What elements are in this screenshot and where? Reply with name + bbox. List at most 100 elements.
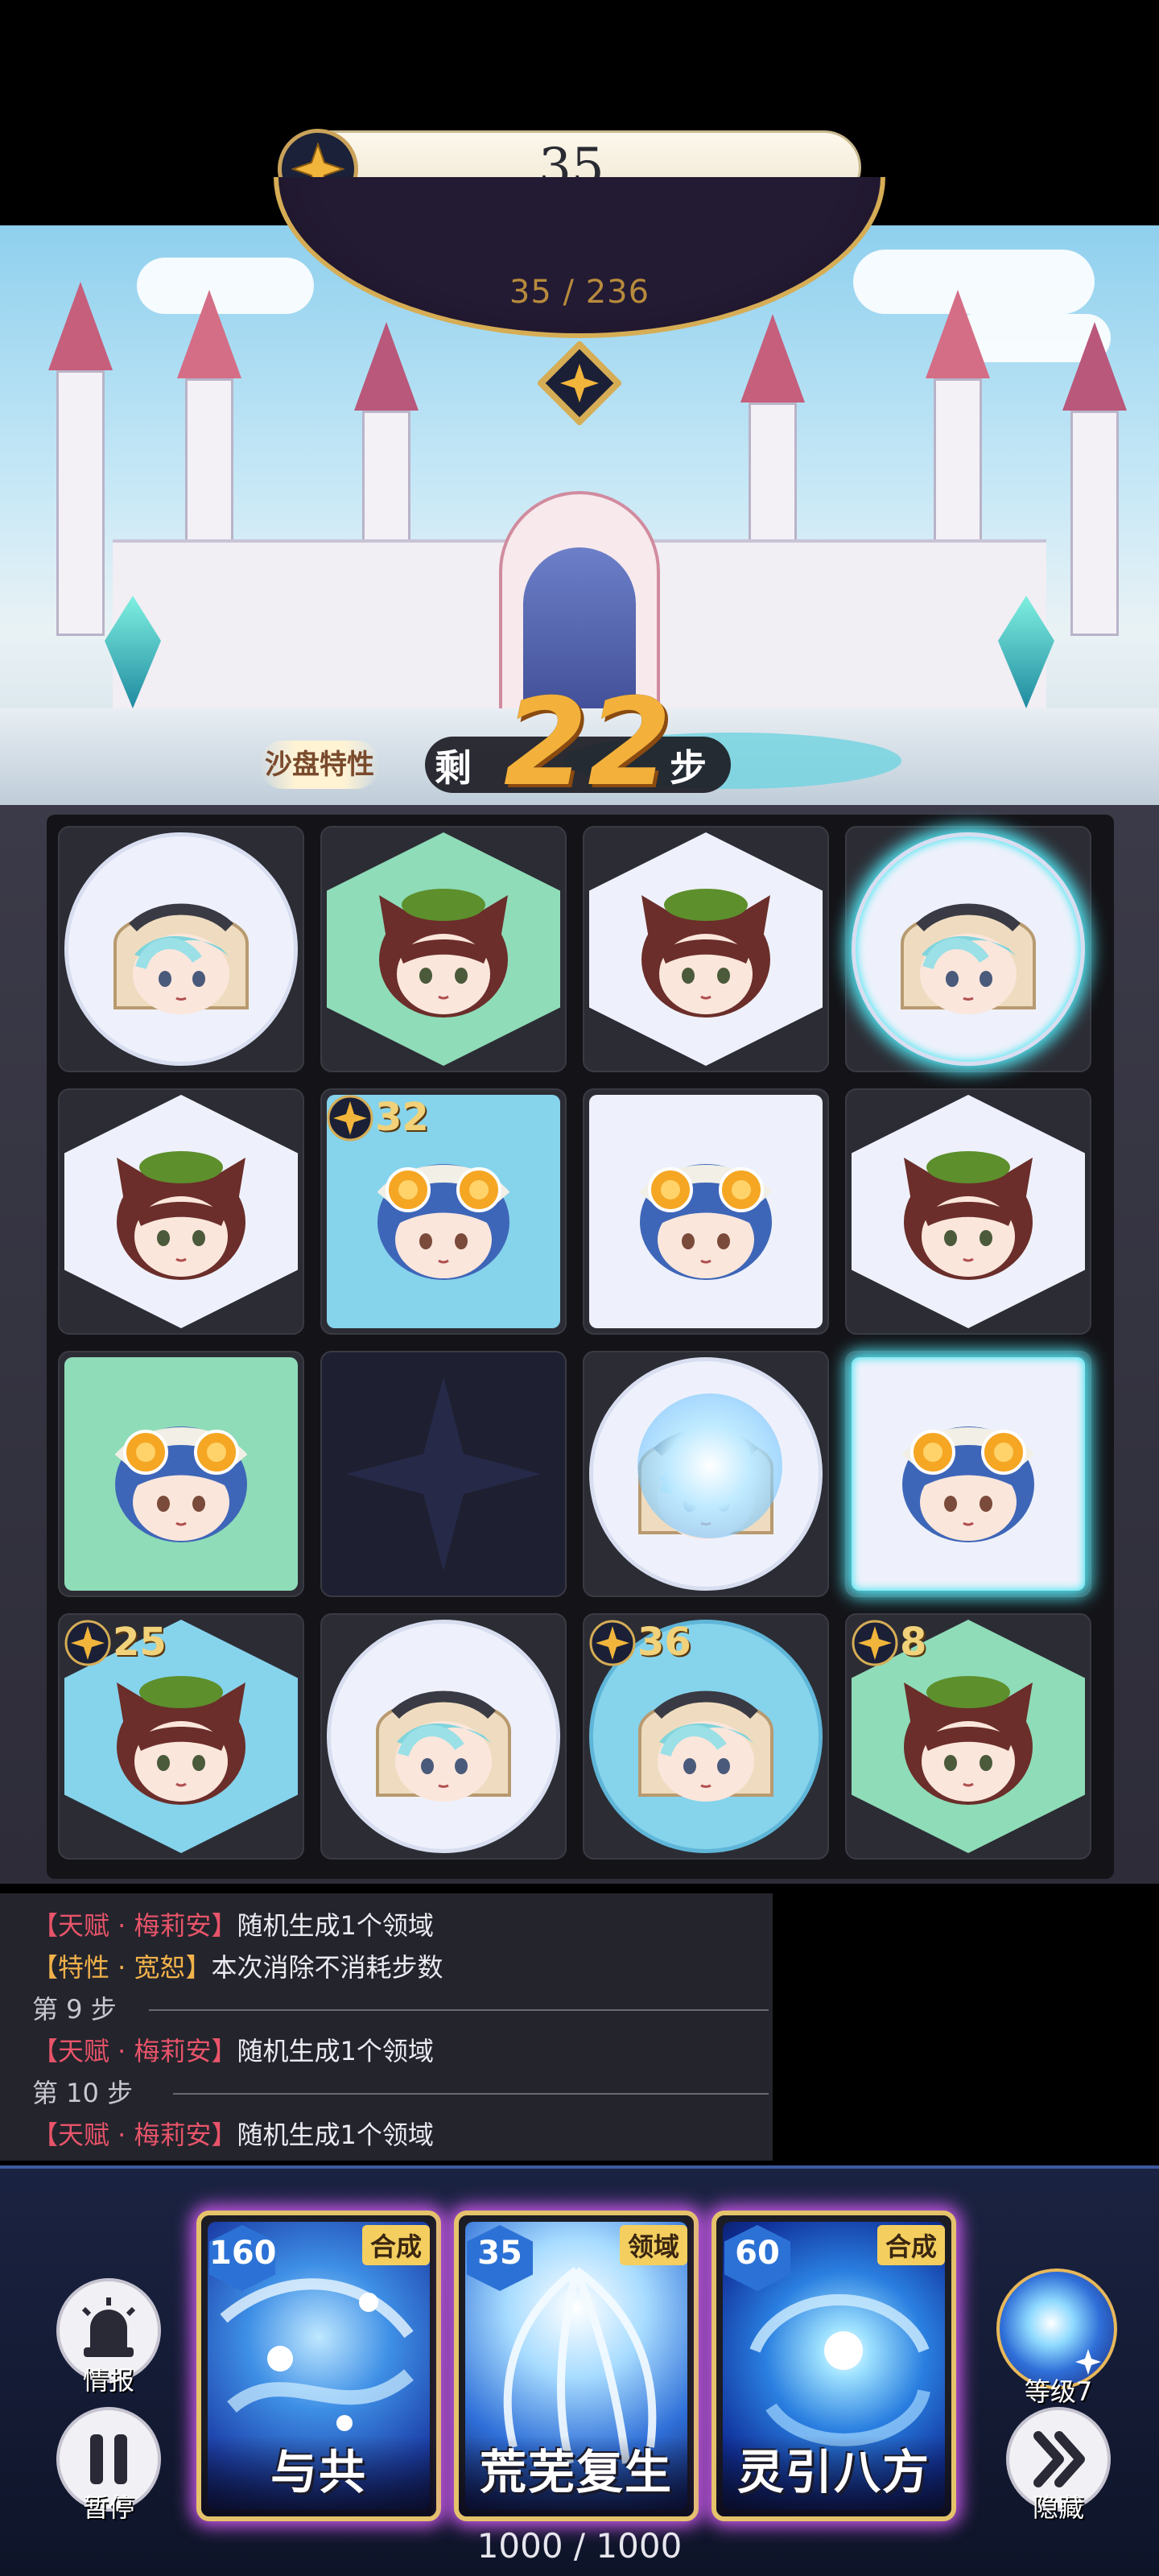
log-tag: 【特性 · 宽恕】	[32, 1952, 212, 1983]
energy-counter: 1000 / 1000	[476, 2526, 683, 2566]
board-cell[interactable]	[845, 1351, 1091, 1597]
tile-level-badge: 25	[113, 1620, 167, 1665]
skill-card-2[interactable]: 35 领域 荒芜复生	[454, 2211, 699, 2521]
board-cell[interactable]	[320, 826, 567, 1072]
board-cell[interactable]	[845, 826, 1091, 1072]
tower-roof	[1062, 322, 1127, 411]
board-cell[interactable]	[58, 826, 304, 1072]
hide-label: 隐藏	[1032, 2492, 1084, 2523]
log-line: 【天赋 · 梅莉安】随机生成1个领域	[32, 1905, 740, 1946]
card-name: 灵引八方	[736, 2445, 930, 2500]
star-gem-icon	[852, 1620, 898, 1666]
skill-card-1[interactable]: 160 合成 与共	[196, 2211, 441, 2521]
log-step-divider: 第 10 步	[32, 2072, 769, 2114]
hero-tile-orange-goggle-girl[interactable]	[64, 1357, 298, 1591]
leaf-cat-girl-portrait	[363, 871, 524, 1027]
board-cell[interactable]	[845, 1088, 1091, 1335]
star-gem-icon	[589, 1620, 636, 1666]
board-cell[interactable]	[320, 1613, 567, 1860]
tower-roof	[354, 322, 419, 411]
log-text: 随机生成1个领域	[237, 2120, 434, 2150]
hero-tile-orange-goggle-girl[interactable]	[589, 1095, 823, 1328]
log-tag: 【天赋 · 梅莉安】	[32, 1910, 237, 1941]
hero-tile-leaf-cat-girl[interactable]	[64, 1095, 298, 1328]
ice-effect-icon	[637, 1393, 782, 1538]
tile-level-badge: 32	[375, 1095, 429, 1140]
divider	[173, 2093, 769, 2095]
pause-label: 暂停	[82, 2492, 134, 2523]
card-type: 合成	[361, 2225, 430, 2265]
log-text: 随机生成1个领域	[237, 1910, 434, 1941]
board-cell[interactable]: 8	[845, 1613, 1091, 1860]
leaf-cat-girl-portrait	[101, 1133, 262, 1290]
hero-tile-silver-hood-girl[interactable]	[589, 1357, 823, 1591]
star-gem-icon	[327, 1095, 373, 1141]
leaf-cat-girl-portrait	[625, 871, 786, 1027]
orange-goggle-girl-portrait	[101, 1396, 262, 1552]
silver-hood-girl-portrait	[625, 1658, 786, 1814]
star-gem-icon	[64, 1620, 111, 1666]
skill-card-3[interactable]: 60 合成 灵引八方	[711, 2211, 956, 2521]
castle-tower	[1070, 411, 1119, 636]
board-cell[interactable]: 36	[583, 1613, 829, 1860]
level-label: 等级7	[1024, 2376, 1093, 2407]
tile-level-badge: 36	[637, 1620, 691, 1665]
leaf-cat-girl-portrait	[888, 1133, 1049, 1290]
orange-goggle-girl-portrait	[625, 1133, 786, 1290]
remaining-prefix: 剩	[435, 746, 472, 790]
castle-tower	[56, 370, 105, 636]
empty-star-icon	[346, 1377, 541, 1571]
divider	[149, 2009, 769, 2011]
card-cost: 160	[209, 2235, 277, 2272]
stage-progress-text: 35 / 236	[509, 274, 650, 311]
log-text: 本次消除不消耗步数	[211, 1952, 443, 1983]
leaf-cat-girl-portrait	[101, 1658, 262, 1814]
card-cost: 60	[735, 2235, 780, 2272]
info-label: 情报	[82, 2365, 134, 2396]
log-step-label: 第 10 步	[32, 2078, 134, 2108]
tower-roof	[740, 314, 805, 402]
hero-tile-orange-goggle-girl[interactable]	[852, 1357, 1085, 1591]
diamond-gem-icon	[536, 340, 623, 427]
tile-level-badge: 8	[900, 1620, 927, 1665]
log-text: 随机生成1个领域	[237, 2036, 434, 2066]
board-cell[interactable]	[58, 1088, 304, 1335]
log-line: 【特性 · 宽恕】本次消除不消耗步数	[32, 1946, 740, 1988]
board-cell[interactable]: 25	[58, 1613, 304, 1860]
board-cell[interactable]	[583, 1351, 829, 1597]
board-cell[interactable]	[320, 1351, 567, 1597]
log-step-label: 第 9 步	[32, 1994, 117, 2025]
board-cell[interactable]	[58, 1351, 304, 1597]
remaining-suffix: 步	[670, 746, 707, 790]
silver-hood-girl-portrait	[101, 871, 262, 1027]
card-type: 领域	[619, 2225, 687, 2265]
tower-roof	[48, 282, 113, 370]
orange-goggle-girl-portrait	[363, 1133, 524, 1290]
board-cell[interactable]	[583, 826, 829, 1072]
log-line: 【天赋 · 梅莉安】随机生成1个领域	[32, 2114, 740, 2156]
board-cell[interactable]	[583, 1088, 829, 1335]
board-cell[interactable]: 32	[320, 1088, 567, 1335]
log-line: 【天赋 · 梅莉安】随机生成1个领域	[32, 2030, 740, 2072]
card-name: 荒芜复生	[479, 2445, 673, 2500]
silver-hood-girl-portrait	[888, 871, 1049, 1027]
tower-roof	[177, 290, 241, 378]
tower-roof	[926, 290, 990, 378]
silver-hood-girl-portrait	[363, 1658, 524, 1814]
orange-goggle-girl-portrait	[888, 1396, 1049, 1552]
hero-tile-leaf-cat-girl[interactable]	[327, 832, 560, 1066]
hero-tile-silver-hood-girl[interactable]	[64, 832, 298, 1066]
log-step-divider: 第 9 步	[32, 1988, 769, 2030]
log-tag: 【天赋 · 梅莉安】	[32, 2036, 237, 2066]
hero-tile-leaf-cat-girl[interactable]	[589, 832, 823, 1066]
card-name: 与共	[270, 2445, 367, 2500]
battle-log: 【天赋 · 梅莉安】随机生成1个领域 【特性 · 宽恕】本次消除不消耗步数 第 …	[0, 1893, 773, 2161]
hero-tile-silver-hood-girl[interactable]	[327, 1620, 560, 1853]
remaining-steps-number: 22	[503, 673, 672, 813]
hero-tile-leaf-cat-girl[interactable]	[852, 1095, 1085, 1328]
hero-tile-silver-hood-girl[interactable]	[852, 832, 1085, 1066]
sandbox-trait-label[interactable]: 沙盘特性	[259, 741, 380, 789]
log-tag: 【天赋 · 梅莉安】	[32, 2120, 237, 2150]
card-type: 合成	[876, 2225, 945, 2265]
leaf-cat-girl-portrait	[888, 1658, 1049, 1814]
